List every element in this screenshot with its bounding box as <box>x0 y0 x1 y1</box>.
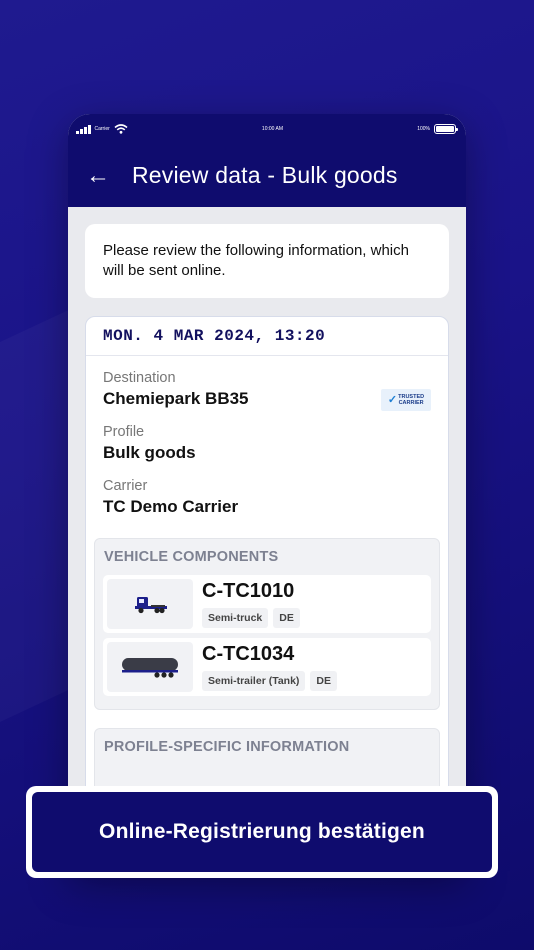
semi-truck-icon <box>135 597 167 614</box>
profile-label: Profile <box>103 424 145 440</box>
confirm-registration-button[interactable]: Online-Registrierung bestätigen <box>26 786 498 878</box>
vehicle-country-tag: DE <box>310 671 338 691</box>
booking-card: MON. 4 MAR 2024, 13:20 ✓ TRUSTED CARRIER… <box>85 316 449 797</box>
notice-card: Please review the following information,… <box>85 224 449 298</box>
vehicle-item[interactable]: C-TC1010 Semi-truck DE <box>103 575 431 633</box>
confirm-registration-label: Online-Registrierung bestätigen <box>32 792 492 872</box>
profile-value: Bulk goods <box>103 443 196 462</box>
back-arrow-icon[interactable]: ← <box>86 163 110 188</box>
vehicle-item[interactable]: C-TC1034 Semi-trailer (Tank) DE <box>103 638 431 696</box>
trusted-carrier-badge: ✓ TRUSTED CARRIER <box>381 389 431 411</box>
carrier-label: Carrier <box>94 126 110 132</box>
destination-label: Destination <box>103 370 176 386</box>
vehicle-components-section: VEHICLE COMPONENTS C-TC1010 Semi-truck D… <box>94 538 440 710</box>
profile-specific-title: PROFILE-SPECIFIC INFORMATION <box>104 739 350 755</box>
badge-line2: CARRIER <box>398 400 424 406</box>
content: Please review the following information,… <box>68 207 466 797</box>
app-bar: ← Review data - Bulk goods <box>68 144 466 207</box>
vehicle-type-tag: Semi-truck <box>202 608 269 628</box>
vehicle-id: C-TC1010 <box>202 580 295 602</box>
tank-trailer-icon <box>122 658 178 678</box>
wifi-icon <box>114 124 128 134</box>
battery-percent: 100% <box>417 126 430 132</box>
vehicle-components-title: VEHICLE COMPONENTS <box>104 549 279 565</box>
signal-icon <box>76 124 91 134</box>
status-bar: Carrier 10:00 AM 100% <box>68 114 466 144</box>
booking-fields: ✓ TRUSTED CARRIER Destination Chemiepark… <box>86 356 448 538</box>
booking-datetime: MON. 4 MAR 2024, 13:20 <box>86 317 448 356</box>
page-title: Review data - Bulk goods <box>132 162 398 188</box>
carrier-value: TC Demo Carrier <box>103 497 239 516</box>
carrier-label-field: Carrier <box>103 478 148 494</box>
checkmark-v-icon: ✓ <box>387 394 398 406</box>
notice-text: Please review the following information,… <box>103 242 409 279</box>
vehicle-id: C-TC1034 <box>202 643 295 665</box>
vehicle-country-tag: DE <box>273 608 300 628</box>
battery-icon <box>434 124 458 134</box>
clock: 10:00 AM <box>261 126 284 132</box>
vehicle-type-tag: Semi-trailer (Tank) <box>202 671 306 691</box>
phone-frame: Carrier 10:00 AM 100% ← Review data - Bu… <box>68 114 466 874</box>
